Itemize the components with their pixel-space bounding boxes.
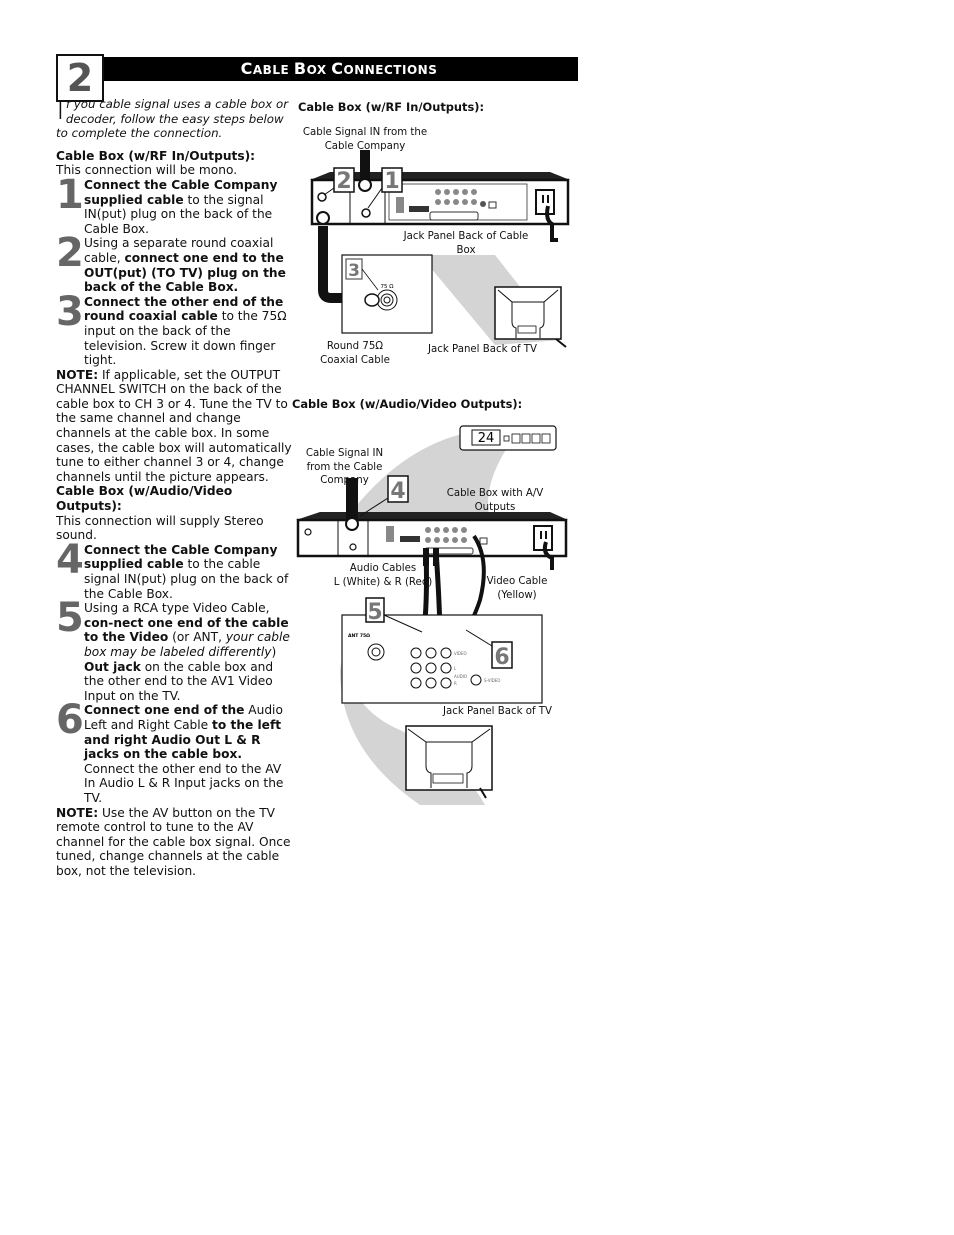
step-number: 4 [56, 536, 84, 583]
audio-cables-label: Audio Cables L (White) & R (Red) [333, 563, 433, 588]
callout-5: 5 [367, 600, 382, 625]
video-jack-label: VIDEO [454, 651, 467, 656]
title-part: CABLE [240, 59, 294, 78]
av-diagram-heading: Cable Box (w/Audio/Video Outputs): [292, 397, 523, 411]
callout-3: 3 [348, 261, 360, 281]
section-number: 2 [56, 54, 104, 102]
rf-subtext: This connection will be mono. [56, 163, 238, 178]
ant-75-jack [376, 289, 398, 311]
title-part: BOX [293, 59, 332, 78]
jack-panel-box-label: Jack Panel Back of Cable Box [403, 231, 529, 256]
jack-panel-tv-label: Jack Panel Back of TV [428, 344, 537, 355]
ant-label: ANT 75Ω [348, 633, 370, 639]
coax-label: Round 75Ω Coaxial Cable [320, 341, 390, 366]
step-6: 6 Connect one end of the Audio Left and … [56, 697, 284, 805]
av-heading: Cable Box (w/Audio/Video Outputs): [56, 484, 233, 514]
step-5: 5 Using a RCA type Video Cable, con-nect… [56, 595, 290, 703]
rf-diagram-heading: Cable Box (w/RF In/Outputs): [298, 100, 485, 114]
tv-av-jacks [410, 647, 452, 689]
ohm-label: 75 Ω [381, 284, 394, 290]
av-subtext: This connection will supply Stereo sound… [56, 513, 264, 543]
callout-4: 4 [390, 479, 405, 504]
intro-paragraph: If you cable signal uses a cable box or … [56, 92, 289, 141]
av-box-label: Cable Box with A/V Outputs [446, 488, 544, 513]
callout-1: 1 [384, 169, 399, 194]
step-3: 3 Connect the other end of the round coa… [56, 288, 287, 368]
step-4: 4 Connect the Cable Company supplied cab… [56, 536, 289, 601]
step-1: 1 Connect the Cable Company supplied cab… [56, 171, 278, 236]
av-jack-panel-tv-label: Jack Panel Back of TV [443, 706, 552, 717]
video-cable-label: Video Cable (Yellow) [486, 576, 548, 601]
av-signal-in-label: Cable Signal IN from the Cable Company [305, 448, 384, 486]
step-number: 1 [56, 171, 84, 218]
rf-heading: Cable Box (w/RF In/Outputs): [56, 148, 256, 163]
tv-ant-jack [367, 643, 385, 661]
step-number: 2 [56, 230, 84, 277]
step-number: 3 [56, 288, 84, 335]
instructions-column: If you cable signal uses a cable box or … [56, 92, 296, 878]
incoming-cable [360, 150, 370, 180]
svideo-jack [470, 674, 482, 686]
power-outlet [535, 189, 555, 215]
svideo-label: S-VIDEO [484, 678, 500, 683]
audio-jack-label: AUDIO [454, 674, 467, 679]
callout-2: 2 [336, 169, 351, 194]
channel-display: 24 [478, 431, 495, 446]
rf-note: NOTE: If applicable, set the OUTPUT CHAN… [56, 367, 292, 484]
step-number: 5 [56, 595, 84, 642]
r-jack-label: R [454, 681, 457, 686]
title-part: CONNECTIONS [331, 59, 438, 78]
step-number: 6 [56, 697, 84, 744]
page-title: CABLE BOX CONNECTIONS [100, 57, 578, 81]
av-note: NOTE: Use the AV button on the TV remote… [56, 805, 291, 878]
step-2: 2 Using a separate round coaxial cable, … [56, 230, 286, 295]
rf-signal-in-label: Cable Signal IN from the Cable Company [302, 127, 428, 152]
callout-6: 6 [494, 645, 509, 670]
